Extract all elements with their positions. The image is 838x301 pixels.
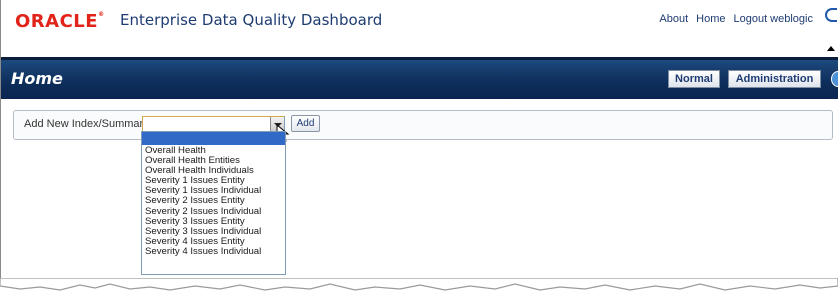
page-title: Home (11, 69, 63, 88)
torn-edge (0, 278, 838, 291)
app-title: Enterprise Data Quality Dashboard (120, 11, 383, 29)
top-links: About Home Logout weblogic (659, 13, 813, 25)
home-link[interactable]: Home (696, 13, 725, 25)
add-index-panel: Add New Index/Summary Add (13, 110, 833, 140)
help-icon[interactable] (831, 71, 838, 87)
top-header: ORACLE® Enterprise Data Quality Dashboar… (1, 0, 838, 56)
normal-button[interactable]: Normal (668, 70, 720, 88)
about-link[interactable]: About (659, 13, 688, 25)
logout-link[interactable]: Logout weblogic (733, 13, 813, 25)
oracle-corner-icon (825, 8, 837, 22)
app-window: ORACLE® Enterprise Data Quality Dashboar… (0, 0, 838, 286)
add-index-label: Add New Index/Summary (24, 118, 149, 130)
home-bar: Home Normal Administration (1, 57, 838, 99)
administration-button[interactable]: Administration (728, 70, 821, 88)
scroll-up-icon[interactable] (827, 46, 835, 51)
oracle-logo: ORACLE® (15, 11, 105, 32)
dropdown-options: Overall Health Overall Health Entities Ove… (142, 145, 285, 257)
dropdown-selected-blank[interactable] (142, 132, 285, 145)
index-summary-dropdown: Overall Health Overall Health Entities Ove… (141, 131, 286, 275)
dropdown-option[interactable]: Severity 4 Issues Individual (142, 246, 285, 257)
add-button[interactable]: Add (291, 115, 320, 132)
